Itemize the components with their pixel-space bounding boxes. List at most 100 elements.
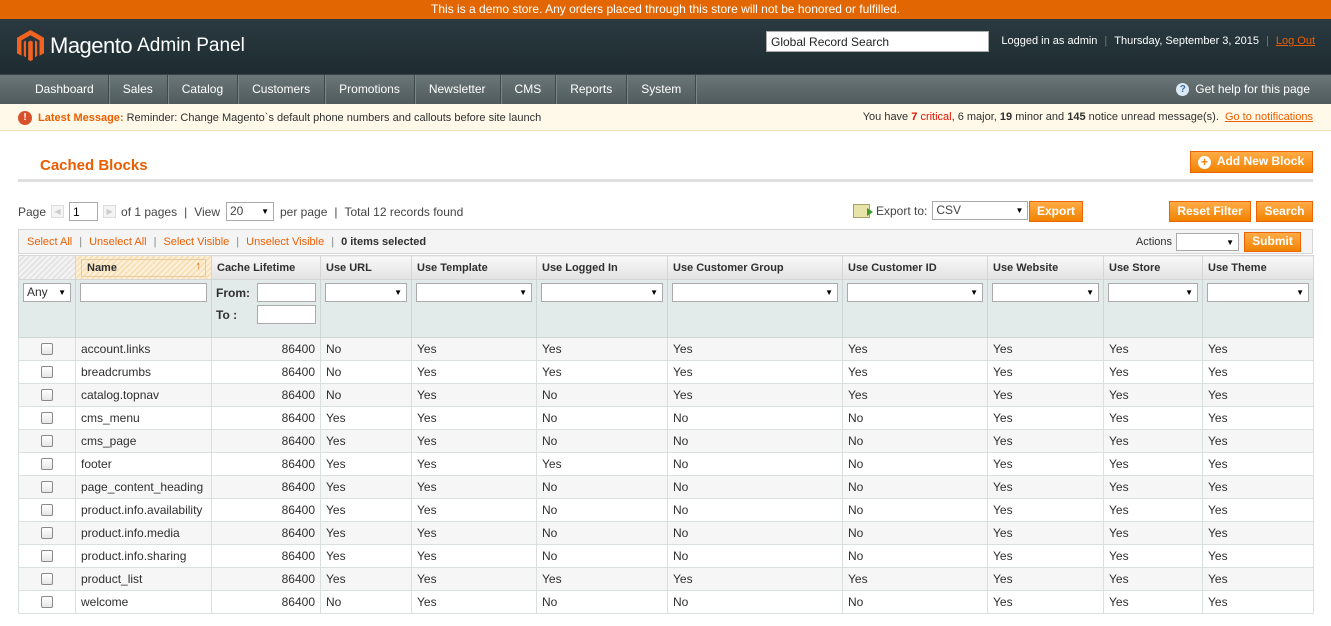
- add-new-block-button[interactable]: + Add New Block: [1190, 151, 1313, 173]
- row-checkbox[interactable]: [41, 366, 53, 378]
- table-cell: Yes: [1103, 544, 1203, 568]
- table-cell: Yes: [1202, 544, 1314, 568]
- filter-use-customer-group-select[interactable]: ▼: [672, 283, 838, 302]
- filter-use-website-select[interactable]: ▼: [992, 283, 1099, 302]
- row-checkbox[interactable]: [41, 435, 53, 447]
- unselect-all-link[interactable]: Unselect All: [89, 236, 146, 248]
- table-row[interactable]: account.links 86400 No Yes Yes Yes Yes Yes Yes Ye…: [18, 337, 1314, 361]
- table-cell: account.links: [75, 337, 212, 361]
- latest-message-label: Latest Message:: [38, 112, 124, 124]
- nav-item-catalog[interactable]: Catalog: [168, 75, 239, 104]
- row-checkbox[interactable]: [41, 458, 53, 470]
- table-row[interactable]: product_list 86400 Yes Yes Yes Yes Yes Yes Yes Ye…: [18, 567, 1314, 591]
- export-button[interactable]: Export: [1029, 201, 1083, 222]
- filter-massaction-select[interactable]: Any ▼: [23, 283, 71, 302]
- chevron-down-icon: ▼: [519, 288, 527, 297]
- column-header-label: Name: [87, 261, 117, 274]
- filter-use-logged-in-select[interactable]: ▼: [541, 283, 663, 302]
- filter-use-theme-select[interactable]: ▼: [1207, 283, 1309, 302]
- nav-item-promotions[interactable]: Promotions: [325, 75, 415, 104]
- filter-use-store-select[interactable]: ▼: [1108, 283, 1198, 302]
- table-cell: No: [667, 590, 843, 614]
- page-count: of 1 pages: [121, 204, 178, 219]
- column-header-use-customer-group[interactable]: Use Customer Group: [667, 255, 843, 280]
- table-cell: Yes: [320, 567, 412, 591]
- export-format-value: CSV: [936, 203, 962, 217]
- filter-use-template-select[interactable]: ▼: [416, 283, 532, 302]
- column-header-use-url[interactable]: Use URL: [320, 255, 412, 280]
- logout-link[interactable]: Log Out: [1276, 35, 1315, 47]
- filter-use-customer-id-select[interactable]: ▼: [847, 283, 983, 302]
- table-row[interactable]: welcome 86400 No Yes No No No Yes Yes Yes: [18, 590, 1314, 614]
- row-checkbox[interactable]: [41, 596, 53, 608]
- minor-label: minor and: [1015, 111, 1065, 123]
- table-row[interactable]: breadcrumbs 86400 No Yes Yes Yes Yes Yes Yes Yes: [18, 360, 1314, 384]
- nav-item-cms[interactable]: CMS: [501, 75, 557, 104]
- table-cell: Yes: [987, 406, 1104, 430]
- table-row[interactable]: page_content_heading 86400 Yes Yes No No No Yes…: [18, 475, 1314, 499]
- chevron-down-icon: ▼: [58, 288, 66, 297]
- prev-page-icon[interactable]: ◀: [51, 205, 65, 218]
- table-cell: 86400: [211, 429, 321, 453]
- submit-button[interactable]: Submit: [1244, 232, 1301, 252]
- column-header-name[interactable]: Name ↑: [75, 255, 212, 280]
- page-number-input[interactable]: [69, 202, 99, 221]
- row-checkbox[interactable]: [41, 412, 53, 424]
- reset-filter-button[interactable]: Reset Filter: [1169, 201, 1251, 222]
- table-cell: Yes: [320, 498, 412, 522]
- column-header-use-store[interactable]: Use Store: [1103, 255, 1203, 280]
- search-button[interactable]: Search: [1256, 201, 1313, 222]
- table-cell: Yes: [411, 429, 537, 453]
- nav-item-system[interactable]: System: [627, 75, 697, 104]
- row-checkbox[interactable]: [41, 343, 53, 355]
- export-format-select[interactable]: CSV ▼: [932, 201, 1029, 220]
- row-checkbox[interactable]: [41, 550, 53, 562]
- table-row[interactable]: catalog.topnav 86400 No Yes No Yes Yes Yes Yes Ye…: [18, 383, 1314, 407]
- row-checkbox[interactable]: [41, 481, 53, 493]
- filter-use-url-select[interactable]: ▼: [325, 283, 407, 302]
- table-cell: Yes: [411, 383, 537, 407]
- column-header-use-customer-id[interactable]: Use Customer ID: [842, 255, 988, 280]
- table-cell: Yes: [411, 475, 537, 499]
- summary-prefix: You have: [862, 111, 909, 123]
- filter-lifetime-from-input[interactable]: [257, 283, 316, 302]
- filter-lifetime-to-input[interactable]: [257, 305, 316, 324]
- table-row[interactable]: cms_menu 86400 Yes Yes No No No Yes Yes Yes: [18, 406, 1314, 430]
- select-visible-link[interactable]: Select Visible: [163, 236, 229, 248]
- nav-item-dashboard[interactable]: Dashboard: [21, 75, 109, 104]
- table-cell: Yes: [536, 452, 668, 476]
- column-header-use-logged-in[interactable]: Use Logged In: [536, 255, 668, 280]
- row-select-cell: [18, 383, 76, 407]
- magento-logo[interactable]: Magento Admin Panel: [17, 30, 245, 61]
- column-header-cache-lifetime[interactable]: Cache Lifetime: [211, 255, 321, 280]
- notifications-link[interactable]: Go to notifications: [1225, 111, 1313, 123]
- table-row[interactable]: product.info.availability 86400 Yes Yes No No…: [18, 498, 1314, 522]
- select-all-link[interactable]: Select All: [27, 236, 72, 248]
- next-page-icon[interactable]: ▶: [103, 205, 117, 218]
- row-checkbox[interactable]: [41, 389, 53, 401]
- table-row[interactable]: product.info.sharing 86400 Yes Yes No No No Yes…: [18, 544, 1314, 568]
- unselect-visible-link[interactable]: Unselect Visible: [246, 236, 324, 248]
- table-cell: product.info.availability: [75, 498, 212, 522]
- column-header-use-theme[interactable]: Use Theme: [1202, 255, 1314, 280]
- global-search-input[interactable]: [766, 31, 989, 52]
- table-row[interactable]: product.info.media 86400 Yes Yes No No No Yes Ye…: [18, 521, 1314, 545]
- row-checkbox[interactable]: [41, 527, 53, 539]
- nav-item-sales[interactable]: Sales: [109, 75, 168, 104]
- column-header-use-website[interactable]: Use Website: [987, 255, 1104, 280]
- per-page-select[interactable]: 20 ▼: [226, 202, 274, 221]
- column-header-use-template[interactable]: Use Template: [411, 255, 537, 280]
- nav-item-newsletter[interactable]: Newsletter: [415, 75, 501, 104]
- row-checkbox[interactable]: [41, 504, 53, 516]
- filter-cell: ▼: [411, 279, 537, 338]
- table-cell: No: [536, 475, 668, 499]
- nav-item-reports[interactable]: Reports: [556, 75, 628, 104]
- table-cell: 86400: [211, 383, 321, 407]
- row-checkbox[interactable]: [41, 573, 53, 585]
- filter-name-input[interactable]: [80, 283, 207, 302]
- nav-item-customers[interactable]: Customers: [238, 75, 326, 104]
- help-link[interactable]: ? Get help for this page: [1176, 75, 1310, 103]
- table-row[interactable]: footer 86400 Yes Yes Yes No No Yes Yes Yes: [18, 452, 1314, 476]
- table-row[interactable]: cms_page 86400 Yes Yes No No No Yes Yes Yes: [18, 429, 1314, 453]
- actions-select[interactable]: ▼: [1176, 233, 1239, 251]
